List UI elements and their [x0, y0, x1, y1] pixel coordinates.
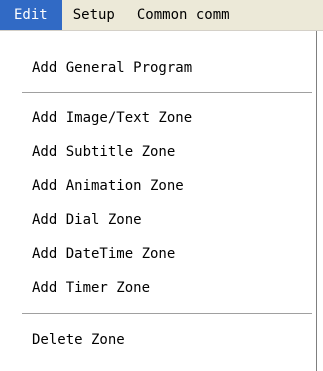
menu-item-add-datetime-zone[interactable]: Add DateTime Zone: [0, 237, 316, 271]
menu-separator: [22, 313, 312, 315]
menu-item-delete-zone[interactable]: Delete Zone: [0, 323, 316, 357]
menu-item-add-timer-zone[interactable]: Add Timer Zone: [0, 271, 316, 305]
menu-item-add-dial-zone[interactable]: Add Dial Zone: [0, 203, 316, 237]
menu-setup[interactable]: Setup: [62, 0, 126, 30]
menu-item-add-general-program[interactable]: Add General Program: [0, 51, 316, 85]
menu-common-commands[interactable]: Common comm: [126, 0, 241, 30]
menu-separator: [22, 92, 312, 94]
edit-menu-dropdown: Add General Program Add Image/Text Zone …: [0, 31, 317, 371]
menu-bar: Edit Setup Common comm: [0, 0, 323, 31]
menu-edit[interactable]: Edit: [0, 0, 62, 30]
menu-item-add-image-text-zone[interactable]: Add Image/Text Zone: [0, 101, 316, 135]
menu-item-add-animation-zone[interactable]: Add Animation Zone: [0, 169, 316, 203]
menu-item-add-subtitle-zone[interactable]: Add Subtitle Zone: [0, 135, 316, 169]
